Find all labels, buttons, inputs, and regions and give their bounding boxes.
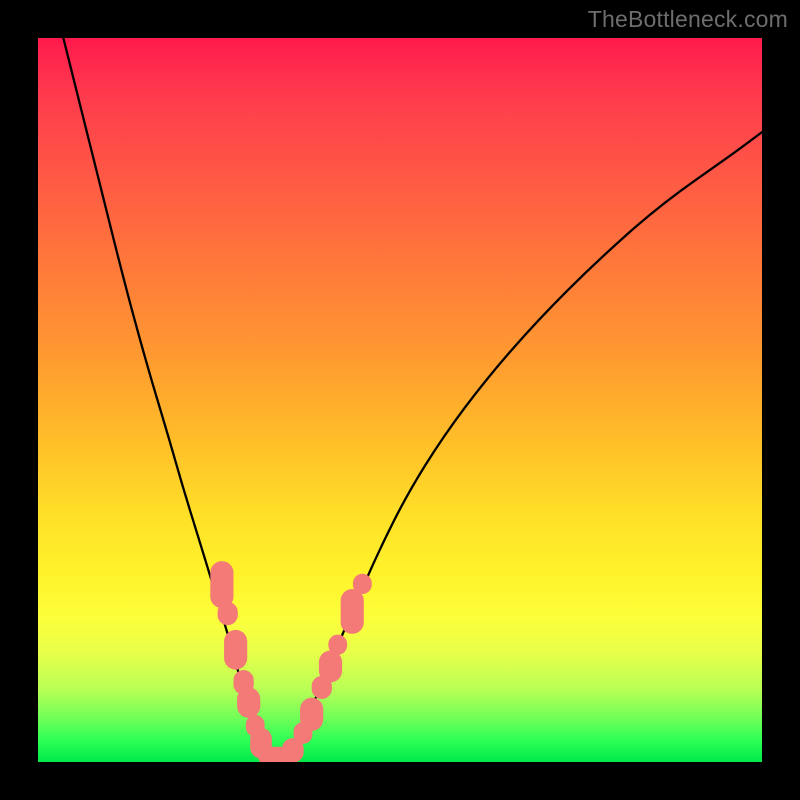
watermark-text: TheBottleneck.com [588, 6, 788, 33]
data-marker [224, 630, 247, 670]
data-marker [210, 561, 233, 608]
data-marker [328, 635, 347, 655]
chart-frame: TheBottleneck.com [0, 0, 800, 800]
data-marker [319, 651, 342, 683]
data-marker [353, 574, 372, 594]
marker-layer [210, 561, 371, 762]
data-marker [218, 602, 238, 625]
chart-svg [38, 38, 762, 762]
data-marker [237, 687, 260, 717]
plot-area [38, 38, 762, 762]
curve-right-branch [288, 132, 762, 762]
data-marker [300, 698, 323, 731]
curve-right-branch [288, 132, 762, 762]
data-marker [341, 589, 364, 634]
